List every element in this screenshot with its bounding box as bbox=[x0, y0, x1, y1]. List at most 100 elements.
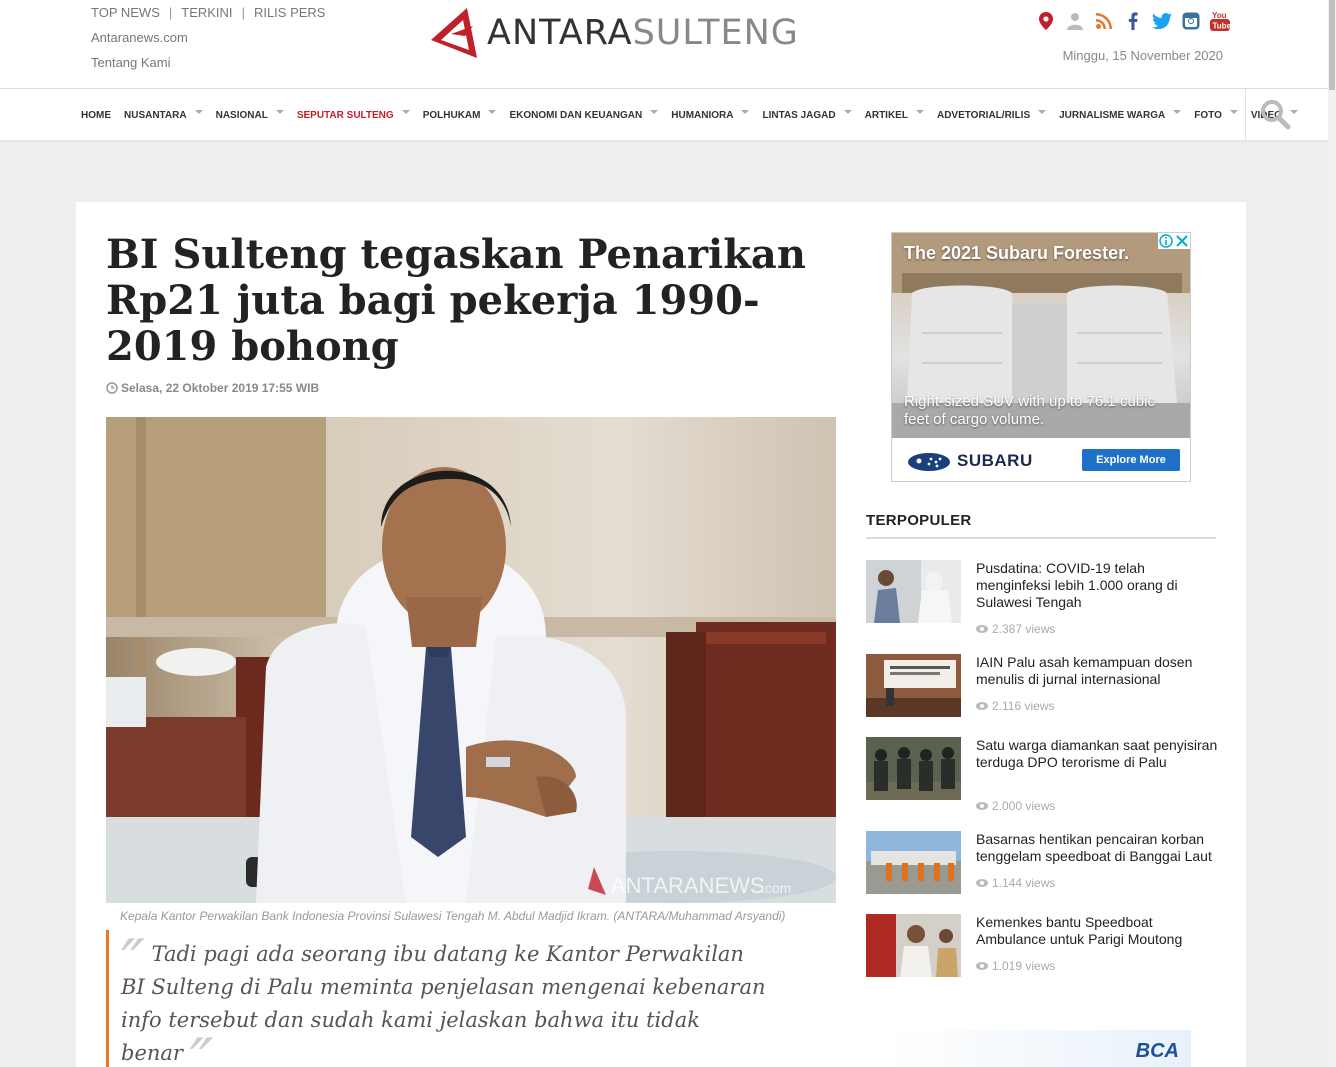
photo-caption: Kepala Kantor Perwakilan Bank Indonesia … bbox=[120, 909, 786, 923]
ad-info-icon[interactable] bbox=[1158, 233, 1174, 249]
nav-item-label: EKONOMI DAN KEUANGAN bbox=[509, 109, 643, 121]
nav-item-seputar-sulteng[interactable]: SEPUTAR SULTENG bbox=[297, 110, 410, 121]
article-photo-illustration: ANTARANEWS .com bbox=[106, 417, 836, 903]
page-scrollbar[interactable] bbox=[1328, 0, 1336, 1067]
nav-item-label: POLHUKAM bbox=[422, 109, 481, 121]
top-links: TOP NEWS | TERKINI | RILIS PERS Antaranews.c… bbox=[91, 5, 325, 70]
location-pin-icon[interactable] bbox=[1036, 10, 1056, 32]
nav-item-nusantara[interactable]: NUSANTARA bbox=[124, 110, 203, 121]
nav-item-humaniora[interactable]: HUMANIORA bbox=[671, 109, 750, 121]
nav-item-label: FOTO bbox=[1194, 109, 1222, 121]
popular-title[interactable]: Pusdatina: COVID-19 telah menginfeksi le… bbox=[976, 560, 1221, 611]
about-link[interactable]: Tentang Kami bbox=[91, 55, 171, 70]
caret-down-icon bbox=[915, 110, 924, 114]
nav-item-label: ADVETORIAL/RILIS bbox=[936, 109, 1031, 121]
top-link-terkini[interactable]: TERKINI bbox=[181, 5, 232, 20]
ad-brand: SUBARU bbox=[957, 451, 1033, 470]
eye-icon bbox=[976, 879, 988, 887]
facebook-icon[interactable] bbox=[1123, 10, 1143, 32]
subaru-logo-icon bbox=[908, 453, 950, 471]
caret-down-icon bbox=[741, 110, 750, 114]
site-logo[interactable]: ANTARA SULTENG bbox=[425, 4, 799, 62]
caret-down-icon bbox=[843, 110, 852, 114]
eye-icon bbox=[976, 802, 988, 810]
site-header: TOP NEWS | TERKINI | RILIS PERS Antaranews.c… bbox=[0, 0, 1328, 88]
antara-logo-icon bbox=[431, 8, 477, 58]
eye-icon bbox=[976, 625, 988, 633]
nav-item-polhukam[interactable]: POLHUKAM bbox=[423, 110, 497, 121]
nav-item-label: HOME bbox=[81, 109, 111, 121]
ad-choices[interactable] bbox=[1158, 233, 1190, 249]
quote-text: Tadi pagi ada seorang ibu datang ke Kant… bbox=[121, 942, 766, 1065]
popular-thumbnail[interactable] bbox=[866, 914, 961, 977]
caret-down-icon bbox=[1038, 110, 1047, 114]
nav-item-label: LINTAS JAGAD bbox=[762, 109, 836, 121]
views-count: 2.000 views bbox=[992, 799, 1056, 813]
bca-logo: BCA bbox=[1135, 1040, 1179, 1062]
top-link-rilis-pers[interactable]: RILIS PERS bbox=[254, 5, 326, 20]
nav-item-jurnalisme-warga[interactable]: JURNALISME WARGA bbox=[1059, 109, 1182, 121]
popular-heading: TERPOPULER bbox=[866, 512, 1216, 539]
search-icon[interactable] bbox=[1260, 99, 1292, 131]
caret-down-icon bbox=[1229, 110, 1238, 114]
nav-item-home[interactable]: HOME bbox=[81, 110, 111, 121]
top-link-top-news[interactable]: TOP NEWS bbox=[91, 5, 160, 20]
instagram-icon[interactable] bbox=[1181, 10, 1201, 32]
popular-thumbnail[interactable] bbox=[866, 737, 961, 800]
youtube-icon[interactable]: You Tube bbox=[1210, 10, 1230, 32]
caret-down-icon bbox=[488, 110, 497, 114]
article-title: BI Sulteng tegaskan Penarikan Rp21 juta … bbox=[106, 231, 806, 370]
article-meta: Selasa, 22 Oktober 2019 17:55 WIB bbox=[106, 381, 319, 395]
caret-down-icon bbox=[275, 110, 284, 114]
popular-title[interactable]: Kemenkes bantu Speedboat Ambulance untuk… bbox=[976, 914, 1221, 948]
popular-title[interactable]: Satu warga diamankan saat penyisiran ter… bbox=[976, 737, 1221, 771]
popular-title[interactable]: IAIN Palu asah kemampuan dosen menulis d… bbox=[976, 654, 1221, 688]
popular-title[interactable]: Basarnas hentikan pencairan korban tengg… bbox=[976, 831, 1221, 865]
popular-thumbnail[interactable] bbox=[866, 831, 961, 894]
views-count: 2.116 views bbox=[992, 699, 1055, 713]
nav-item-artikel[interactable]: ARTIKEL bbox=[865, 110, 924, 121]
ad-subtext: Right-sized SUV with up to 76.1 cubic fe… bbox=[904, 393, 1155, 428]
article-quote: ″ Tadi pagi ada seorang ibu datang ke Ka… bbox=[106, 930, 766, 1067]
nav-item-foto[interactable]: FOTO bbox=[1194, 110, 1238, 121]
nav-item-advetorial-rilis[interactable]: ADVETORIAL/RILIS bbox=[936, 109, 1047, 121]
eye-icon bbox=[976, 962, 988, 970]
photo-watermark-sub: .com bbox=[761, 880, 791, 896]
caret-down-icon bbox=[401, 110, 410, 114]
clock-icon bbox=[106, 382, 118, 394]
article-datetime: Selasa, 22 Oktober 2019 17:55 WIB bbox=[121, 381, 320, 395]
popular-views: 2.000 views bbox=[976, 799, 1055, 813]
rss-icon[interactable] bbox=[1094, 10, 1114, 32]
user-icon[interactable] bbox=[1065, 10, 1085, 32]
popular-thumbnail[interactable] bbox=[866, 654, 961, 717]
twitter-icon[interactable] bbox=[1152, 10, 1172, 32]
antaranews-link[interactable]: Antaranews.com bbox=[91, 30, 188, 45]
bca-ad[interactable]: BCA bbox=[891, 1030, 1191, 1067]
ad-close-icon[interactable] bbox=[1174, 233, 1190, 249]
nav-item-label: HUMANIORA bbox=[671, 109, 734, 121]
photo-watermark: ANTARANEWS bbox=[611, 873, 765, 898]
subaru-ad[interactable]: The 2021 Subaru Forester. Right-sized SU… bbox=[891, 232, 1191, 482]
nav-divider bbox=[1245, 89, 1246, 141]
views-count: 1.144 views bbox=[992, 876, 1056, 890]
article-photo[interactable]: ANTARANEWS .com bbox=[106, 417, 836, 903]
popular-views: 1.019 views bbox=[976, 959, 1055, 973]
ad-explore-button[interactable]: Explore More bbox=[1082, 449, 1180, 471]
main-navigation: HOME NUSANTARA NASIONAL SEPUTAR SULTENG POLH… bbox=[0, 88, 1328, 141]
close-quote-icon: ″ bbox=[189, 1026, 214, 1067]
views-count: 1.019 views bbox=[992, 959, 1056, 973]
nav-item-label: JURNALISME WARGA bbox=[1059, 109, 1166, 121]
ad-headline: The 2021 Subaru Forester. bbox=[904, 243, 1130, 263]
caret-down-icon bbox=[1173, 110, 1182, 114]
nav-item-label: NASIONAL bbox=[215, 109, 268, 121]
nav-item-label: NUSANTARA bbox=[124, 109, 187, 121]
nav-item-lintas-jagad[interactable]: LINTAS JAGAD bbox=[762, 109, 852, 121]
current-date: Minggu, 15 November 2020 bbox=[1062, 48, 1223, 63]
nav-item-nasional[interactable]: NASIONAL bbox=[216, 110, 284, 121]
popular-views: 2.387 views bbox=[976, 622, 1055, 636]
svg-text:Tube: Tube bbox=[1213, 22, 1231, 31]
nav-item-label: SEPUTAR SULTENG bbox=[296, 109, 394, 121]
nav-item-ekonomi-dan-keuangan[interactable]: EKONOMI DAN KEUANGAN bbox=[509, 109, 659, 121]
scrollbar-thumb[interactable] bbox=[1329, 0, 1335, 90]
popular-thumbnail[interactable] bbox=[866, 560, 961, 623]
